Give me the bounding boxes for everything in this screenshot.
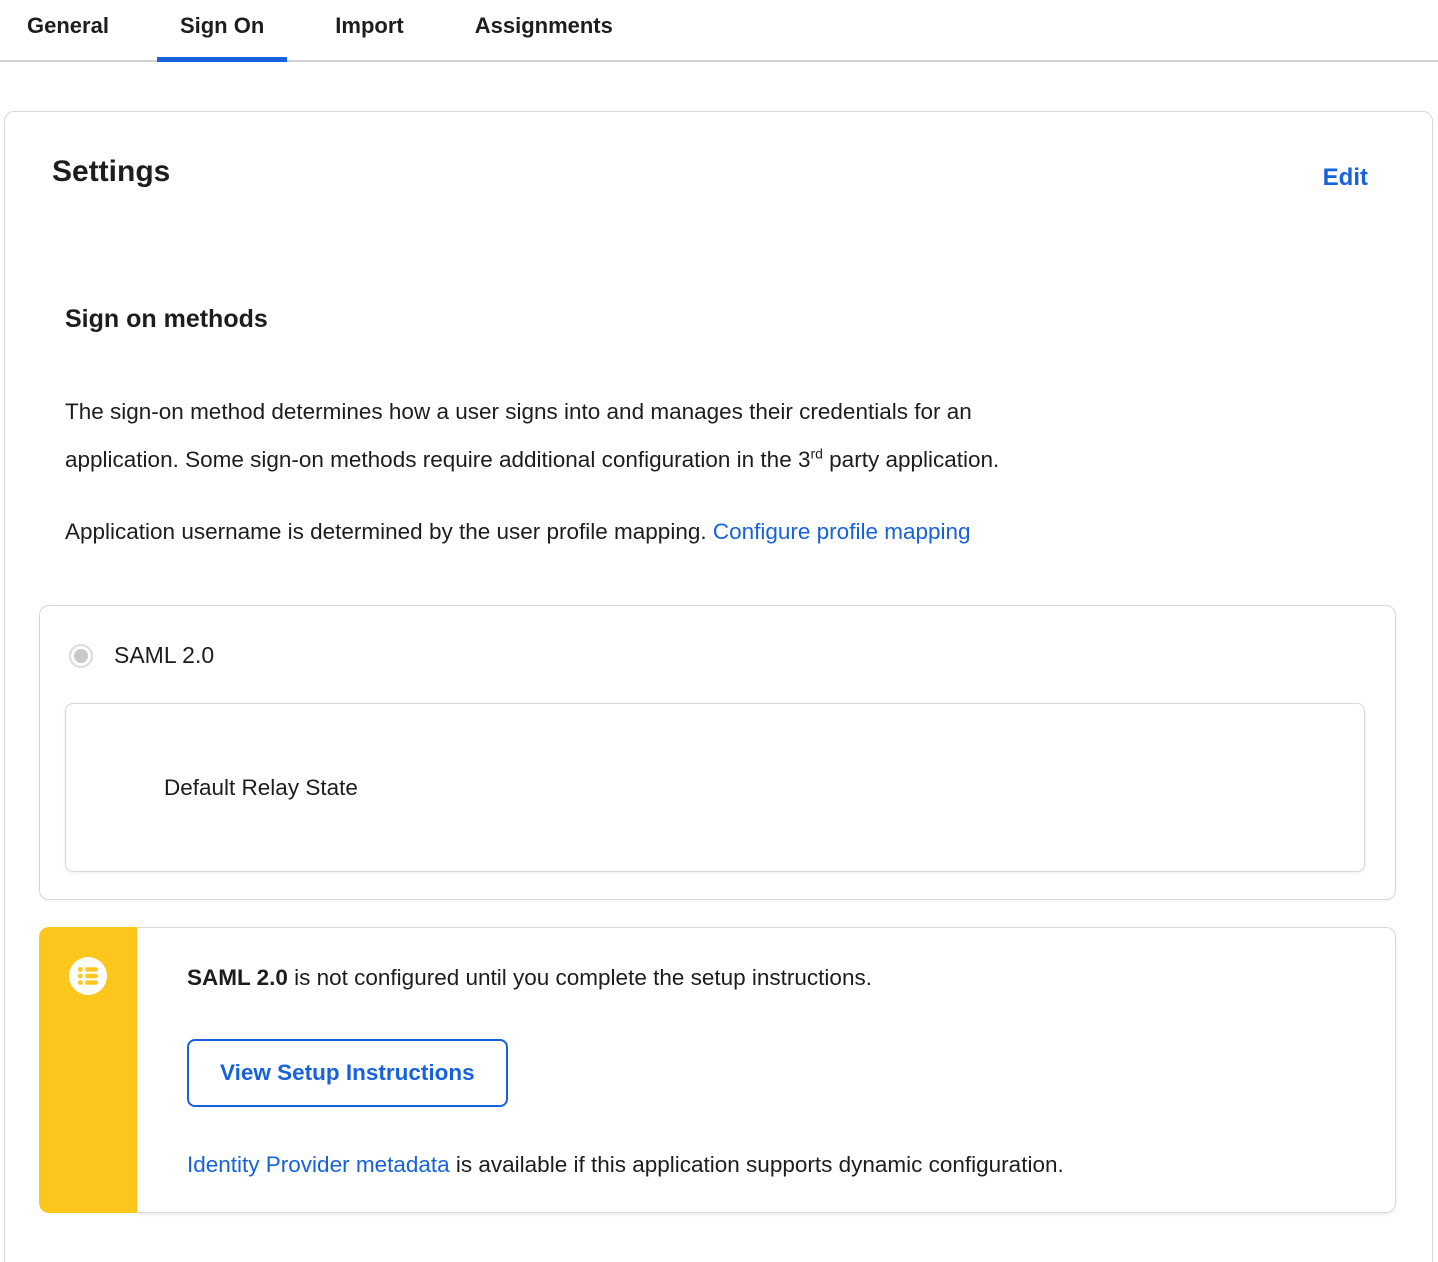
description-superscript: rd [810,445,823,462]
tab-bar: General Sign On Import Assignments [0,0,1438,62]
saml-radio[interactable] [69,643,93,668]
sign-on-methods-heading: Sign on methods [65,305,268,333]
saml-method-box: SAML 2.0 Default Relay State [39,605,1396,900]
description-line2: application. Some sign-on methods requir… [65,447,811,472]
description-line2-end: party application. [822,447,1000,472]
settings-card: Settings Edit Sign on methods The sign-o… [4,111,1433,1262]
saml-radio-label: SAML 2.0 [114,642,215,668]
callout-message-bold: SAML 2.0 [187,965,288,990]
default-relay-state-field: Default Relay State [65,703,1365,872]
callout-accent-strip [39,927,137,1213]
identity-provider-metadata-link[interactable]: Identity Provider metadata [187,1152,450,1177]
description-line1: The sign-on method determines how a user… [65,399,972,424]
tab-assignments[interactable]: Assignments [475,0,613,60]
configure-profile-mapping-link[interactable]: Configure profile mapping [713,519,971,544]
settings-title: Settings [52,155,171,188]
tab-sign-on[interactable]: Sign On [156,0,288,62]
sign-on-methods-description: The sign-on method determines how a user… [65,388,1345,484]
callout-body: SAML 2.0 is not configured until you com… [137,927,1396,1213]
username-mapping-note: Application username is determined by th… [65,508,1345,556]
username-note-text: Application username is determined by th… [65,519,713,544]
callout-metadata-note: Identity Provider metadata is available … [187,1151,1355,1178]
tab-general[interactable]: General [27,0,109,60]
tab-import[interactable]: Import [335,0,403,60]
view-setup-instructions-button[interactable]: View Setup Instructions [187,1039,508,1107]
callout-message: SAML 2.0 is not configured until you com… [187,964,1355,991]
edit-link[interactable]: Edit [1323,164,1368,192]
setup-callout: SAML 2.0 is not configured until you com… [39,927,1396,1213]
settings-card-header: Settings Edit [52,154,1396,192]
list-icon [69,957,107,1000]
saml-radio-row: SAML 2.0 [65,642,1365,669]
callout-message-rest: is not configured until you complete the… [287,965,872,990]
callout-metadata-rest: is available if this application support… [449,1152,1064,1177]
sign-on-methods-section: Sign on methods The sign-on method deter… [52,304,1396,556]
default-relay-state-label: Default Relay State [164,774,358,800]
